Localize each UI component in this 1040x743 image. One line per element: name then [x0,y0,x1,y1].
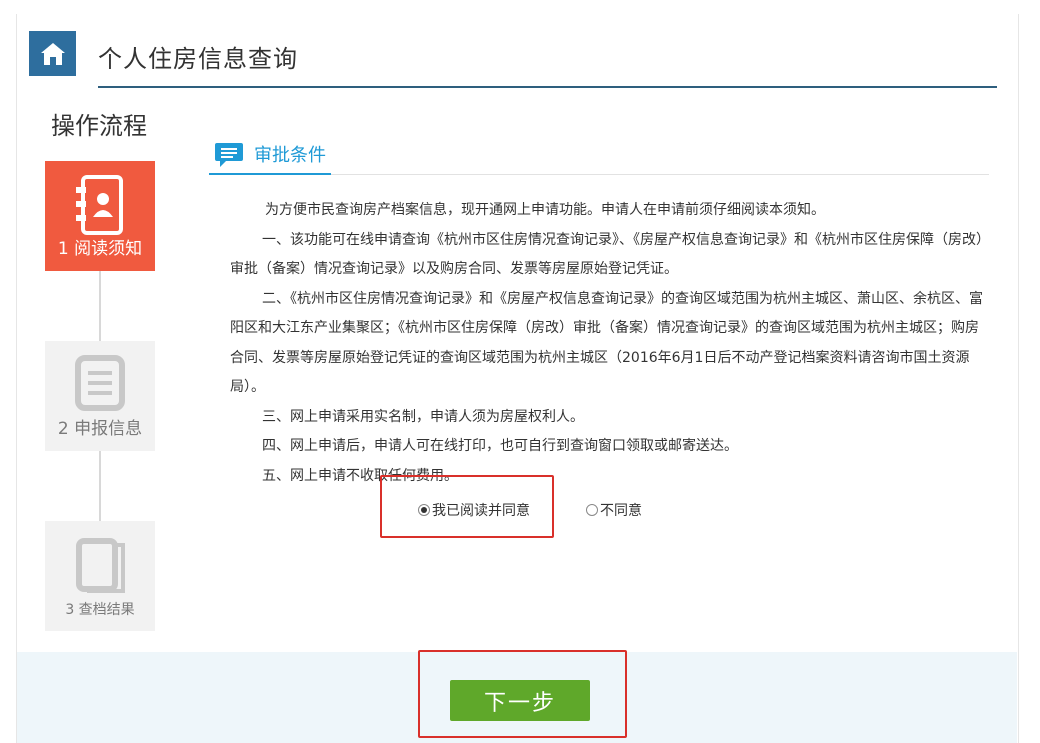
step-label: 1 阅读须知 [57,239,143,259]
notice-text: 为方便市民查询房产档案信息，现开通网上申请功能。申请人在申请前须仔细阅读本须知。… [230,196,990,491]
step-connector [99,271,101,341]
page-title: 个人住房信息查询 [98,45,298,73]
radio-button-unchecked[interactable] [586,504,598,516]
disagree-label: 不同意 [600,503,642,519]
book-icon [76,538,125,593]
notice-paragraph: 一、该功能可在线申请查询《杭州市区住房情况查询记录》、《房屋产权信息查询记录》和… [230,231,990,278]
notice-paragraph: 为方便市民查询房产档案信息，现开通网上申请功能。申请人在申请前须仔细阅读本须知。 [265,202,825,218]
step-query-result[interactable]: 3 查档结果 [45,521,155,631]
step-label: 2 申报信息 [57,419,143,439]
agree-label: 我已阅读并同意 [432,503,530,519]
message-icon [215,143,243,167]
disagree-radio[interactable]: 不同意 [586,500,642,520]
section-header: 审批条件 [209,138,989,175]
step-submit-info[interactable]: 2 申报信息 [45,341,155,451]
flow-title: 操作流程 [51,112,147,140]
title-divider [98,86,997,88]
radio-button-checked[interactable] [418,504,430,516]
notice-paragraph: 五、网上申请不收取任何费用。 [262,467,458,484]
notice-paragraph: 二、《杭州市区住房情况查询记录》和《房屋产权信息查询记录》的查询区域范围为杭州主… [230,290,983,396]
contact-book-icon [76,175,123,235]
notice-paragraph: 四、网上申请后，申请人可在线打印，也可自行到查询窗口领取或邮寄送达。 [262,438,738,454]
step-read-notice[interactable]: 1 阅读须知 [45,161,155,271]
step-label: 3 查档结果 [65,602,135,618]
section-underline [209,173,331,175]
agree-radio[interactable]: 我已阅读并同意 [418,500,530,520]
notice-paragraph: 三、网上申请采用实名制，申请人须为房屋权利人。 [262,408,584,425]
section-title: 审批条件 [254,145,326,166]
next-step-button[interactable]: 下一步 [450,680,590,721]
home-icon [40,42,65,65]
home-button[interactable] [29,31,76,76]
document-list-icon [75,355,125,411]
step-connector [99,451,101,521]
